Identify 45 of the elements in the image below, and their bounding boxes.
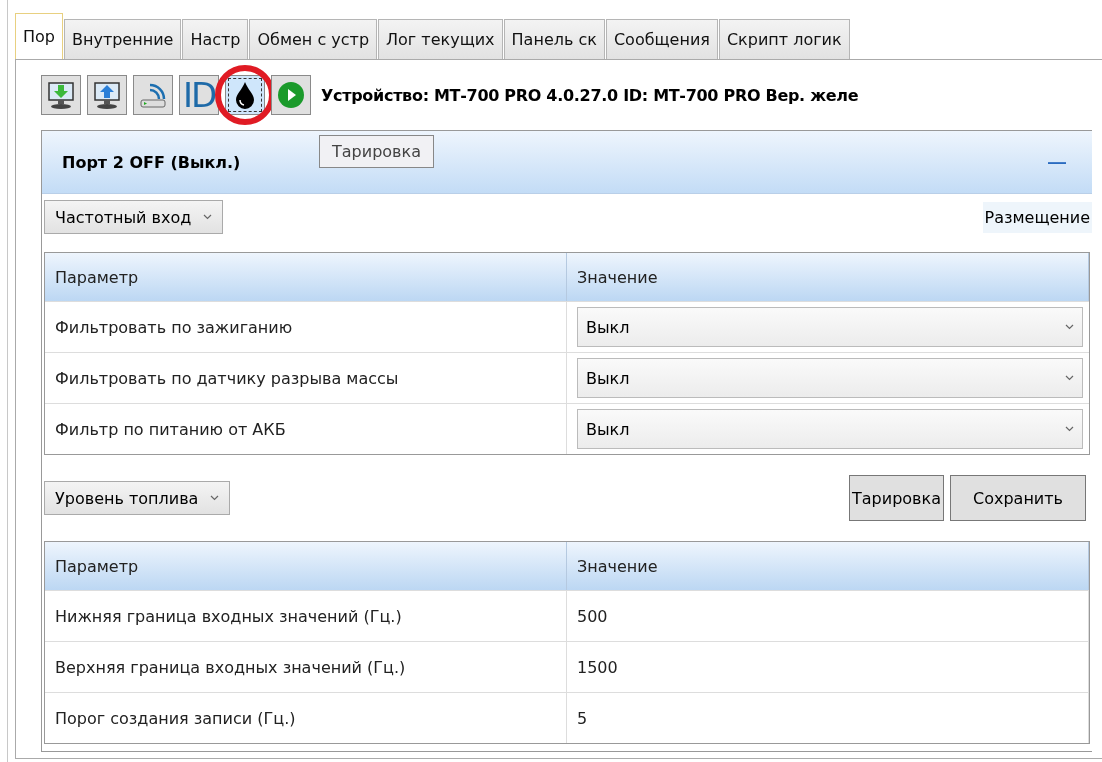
tab[interactable]: Обмен с устр	[249, 19, 378, 59]
monitor-upload-icon	[92, 80, 122, 110]
value-dropdown[interactable]: Выкл	[577, 307, 1083, 347]
chevron-icon	[1065, 324, 1074, 330]
tab[interactable]: Пор	[15, 13, 63, 59]
sensor-dropdown[interactable]: Уровень топлива	[44, 481, 231, 515]
toolbar-button[interactable]	[225, 75, 265, 115]
value-dropdown[interactable]: Выкл	[577, 409, 1083, 449]
mode-dropdown[interactable]: Частотный вход	[44, 200, 224, 234]
tab[interactable]: Скрипт логик	[718, 19, 850, 59]
column-header: Параметр	[45, 253, 567, 301]
tab[interactable]: Лог текущих	[378, 19, 503, 59]
tab[interactable]: Сообщения	[605, 19, 718, 59]
table-cell: 1500	[567, 642, 1089, 692]
collapse-button[interactable]: —	[1042, 150, 1072, 174]
column-header: Значение	[567, 542, 1089, 590]
column-header: Параметр	[45, 542, 567, 590]
tab[interactable]: Панель ск	[503, 19, 605, 59]
column-header: Значение	[567, 253, 1089, 301]
chevron-icon	[210, 495, 220, 501]
table-cell: Фильтр по питанию от АКБ	[45, 404, 567, 454]
tooltip: Тарировка	[319, 135, 434, 168]
chevron-icon	[203, 214, 213, 220]
panel-title: Порт 2 OFF (Выкл.)	[62, 152, 241, 172]
table-cell: Фильтровать по датчику разрыва массы	[45, 353, 567, 403]
play-icon	[277, 81, 305, 109]
monitor-download-icon	[46, 80, 76, 110]
table-cell: Порог создания записи (Гц.)	[45, 693, 567, 743]
toolbar-button[interactable]	[87, 75, 127, 115]
table-cell: 500	[567, 591, 1089, 641]
placement-label: Размещение	[982, 202, 1092, 233]
action-button[interactable]: Тарировка	[849, 475, 944, 521]
table-cell: 5	[567, 693, 1089, 743]
toolbar-button[interactable]	[41, 75, 81, 115]
table-cell: Фильтровать по зажиганию	[45, 302, 567, 352]
tab[interactable]: Внутренние	[64, 19, 182, 59]
value-dropdown[interactable]: Выкл	[577, 358, 1083, 398]
device-info: Устройство: МТ-700 PRO 4.0.27.0 ID: МТ-700 PRO Вер. желе	[321, 85, 859, 105]
action-button[interactable]: Сохранить	[950, 475, 1086, 521]
tab[interactable]: Настр	[182, 19, 249, 59]
table-cell: Нижняя граница входных значений (Гц.)	[45, 591, 567, 641]
drop-icon	[234, 81, 256, 109]
table-cell: Верхняя граница входных значений (Гц.)	[45, 642, 567, 692]
chevron-icon	[1065, 375, 1074, 381]
chevron-icon	[1065, 426, 1074, 432]
